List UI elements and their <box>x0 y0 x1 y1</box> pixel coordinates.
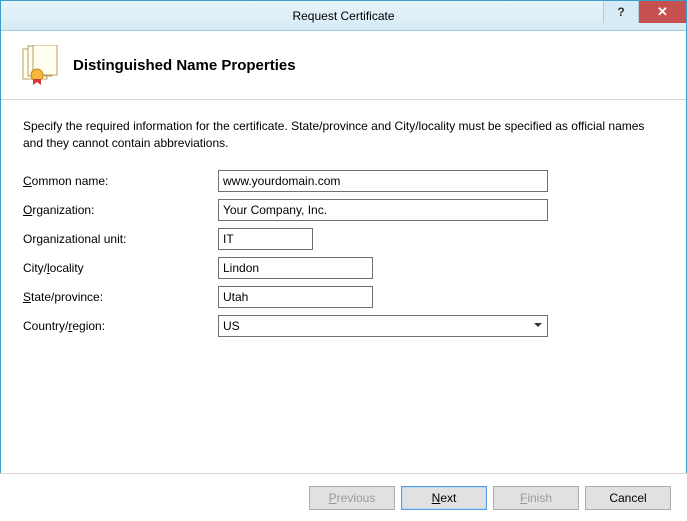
label-org-unit: Organizational unit: <box>23 232 218 246</box>
label-city: City/locality <box>23 261 218 275</box>
input-state[interactable] <box>218 286 373 308</box>
close-button[interactable]: ✕ <box>638 1 686 23</box>
row-state: State/province: <box>23 286 664 308</box>
input-city[interactable] <box>218 257 373 279</box>
dialog-footer: Previous Next Finish Cancel <box>0 473 687 521</box>
label-organization: Organization: <box>23 203 218 217</box>
row-common-name: Common name: <box>23 170 664 192</box>
select-country[interactable]: US <box>218 315 548 337</box>
certificate-icon <box>19 45 59 85</box>
row-organization: Organization: <box>23 199 664 221</box>
row-org-unit: Organizational unit: <box>23 228 664 250</box>
previous-button: Previous <box>309 486 395 510</box>
finish-button: Finish <box>493 486 579 510</box>
input-common-name[interactable] <box>218 170 548 192</box>
dialog-content: Specify the required information for the… <box>1 100 686 354</box>
titlebar-buttons: ? ✕ <box>603 1 686 30</box>
row-city: City/locality <box>23 257 664 279</box>
next-button[interactable]: Next <box>401 486 487 510</box>
dialog-header: Distinguished Name Properties <box>1 31 686 100</box>
dialog-title: Distinguished Name Properties <box>73 57 296 74</box>
cancel-button[interactable]: Cancel <box>585 486 671 510</box>
input-org-unit[interactable] <box>218 228 313 250</box>
label-country: Country/region: <box>23 319 218 333</box>
label-common-name: Common name: <box>23 174 218 188</box>
select-country-wrap: US <box>218 315 548 337</box>
titlebar: Request Certificate ? ✕ <box>1 1 686 31</box>
input-organization[interactable] <box>218 199 548 221</box>
help-button[interactable]: ? <box>603 1 638 23</box>
window-title: Request Certificate <box>292 9 394 23</box>
instructions-text: Specify the required information for the… <box>23 118 664 152</box>
row-country: Country/region: US <box>23 315 664 337</box>
label-state: State/province: <box>23 290 218 304</box>
